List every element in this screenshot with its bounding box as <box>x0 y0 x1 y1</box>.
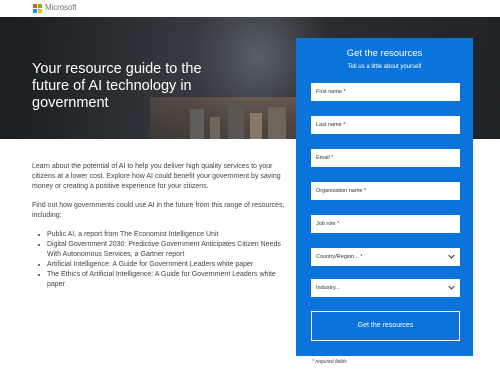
form-title: Get the resources <box>346 48 423 59</box>
list-item: Digital Government 2030: Predictive Gove… <box>38 240 290 260</box>
intro-paragraph: Find out how governments could use AI in… <box>32 202 285 219</box>
chevron-down-icon <box>448 254 455 259</box>
resource-list: Public AI, a report from The Economist I… <box>32 230 290 290</box>
hero-title: Your resource guide to the future of AI … <box>32 61 202 111</box>
organization-name-field[interactable]: Organization name * <box>311 182 460 200</box>
intro-paragraph: Learn about the potential of AI to help … <box>32 163 281 190</box>
email-field[interactable]: Email * <box>311 149 460 167</box>
chevron-down-icon <box>448 285 455 290</box>
resource-form: Get the resources Tell us a little about… <box>296 38 473 356</box>
required-fields-note: * required fields <box>312 359 347 365</box>
get-resources-button[interactable]: Get the resources <box>311 311 460 341</box>
form-subtitle: Tell us a little about yourself <box>347 64 422 70</box>
first-name-field[interactable]: First name * <box>311 83 460 101</box>
top-bar: Microsoft <box>0 0 500 17</box>
intro-content: Learn about the potential of AI to help … <box>32 162 290 290</box>
industry-select[interactable]: Industry... <box>311 279 460 297</box>
microsoft-logo-icon[interactable] <box>33 4 42 13</box>
list-item: Artificial Intelligence: A Guide for Gov… <box>38 260 290 270</box>
list-item: The Ethics of Artificial Intelligence: A… <box>38 270 290 290</box>
brand-name[interactable]: Microsoft <box>45 3 77 12</box>
job-role-field[interactable]: Job role * <box>311 215 460 233</box>
country-select[interactable]: Country/Region... * <box>311 248 460 266</box>
last-name-field[interactable]: Last name * <box>311 116 460 134</box>
list-item: Public AI, a report from The Economist I… <box>38 230 290 240</box>
